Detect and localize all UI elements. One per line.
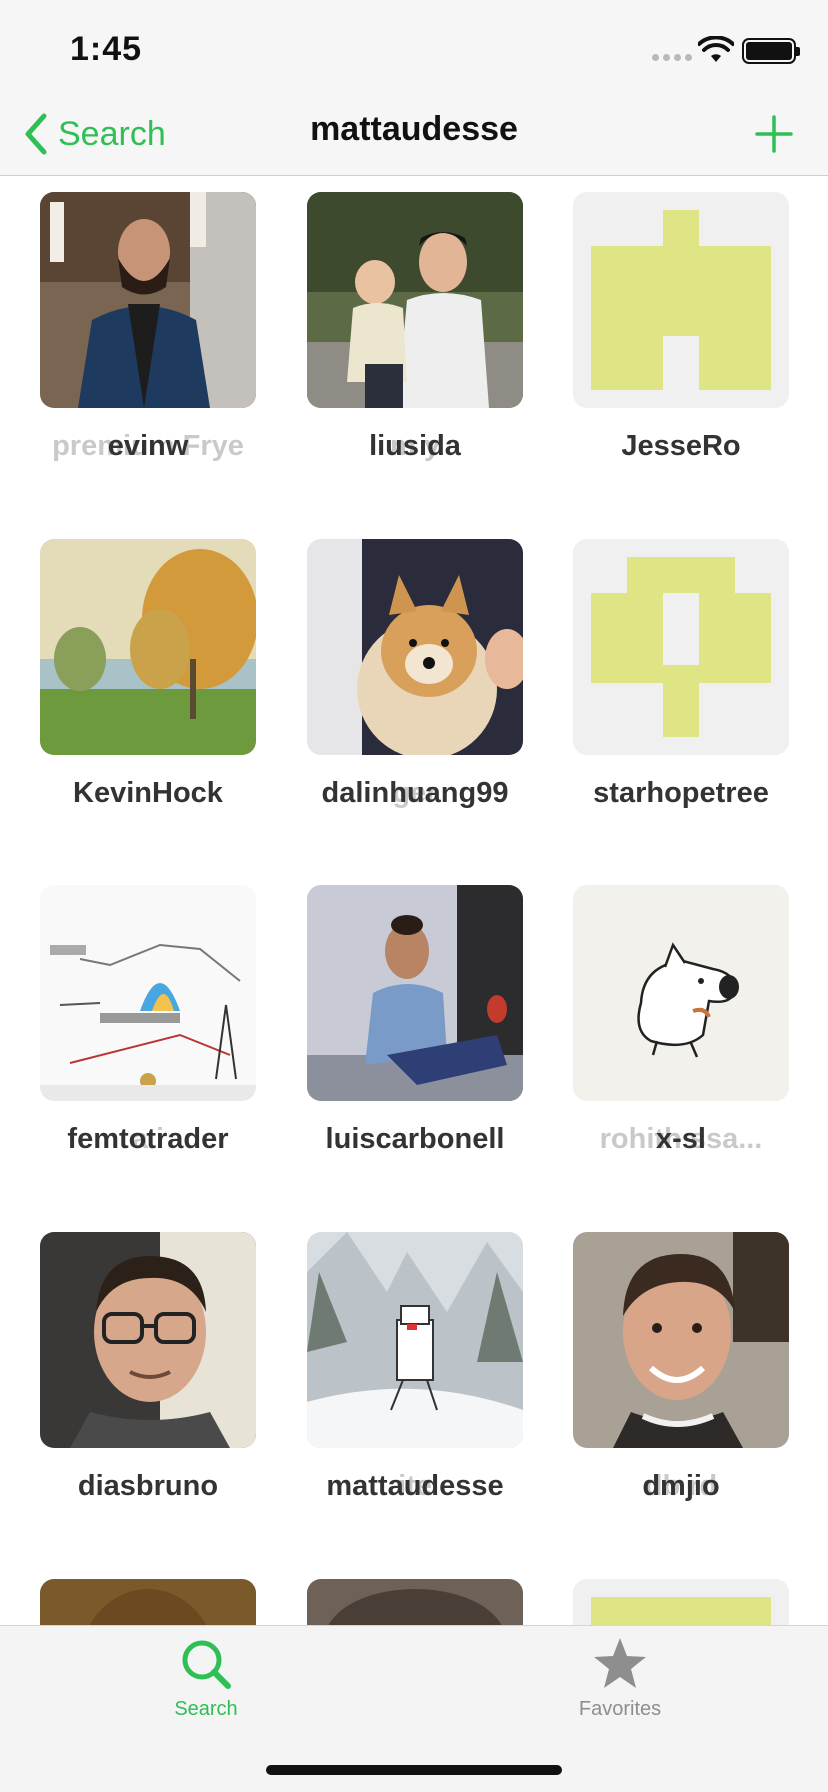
avatar[interactable] [307,1579,523,1625]
back-button[interactable]: Search [22,108,166,160]
username: dmjio [642,1470,720,1502]
tab-label: Favorites [578,1698,662,1720]
avatar[interactable] [573,539,789,755]
avatar[interactable] [307,885,523,1101]
username: liusida [369,430,461,462]
star-icon [594,1638,646,1688]
username: dalinhuang99 [321,777,509,809]
username: starhopetree [593,777,769,809]
avatar[interactable] [573,1579,789,1625]
username: KevinHock [73,777,223,809]
status-bar: 1:45 [0,0,828,96]
username: femtotrader [67,1123,229,1155]
tab-bar: Search Favorites [0,1625,828,1792]
search-icon [182,1640,231,1689]
username: diasbruno [77,1470,219,1502]
avatar[interactable] [573,192,789,408]
username: luiscarbonell [325,1123,505,1155]
battery-icon [742,38,800,64]
avatar[interactable] [40,192,256,408]
username: mattaudesse [326,1470,504,1502]
avatar[interactable] [307,539,523,755]
chevron-left-icon [25,113,47,155]
cellular-signal-icon [652,54,692,61]
avatar[interactable] [307,1232,523,1448]
avatar[interactable] [573,1232,789,1448]
username: x-sl [656,1123,706,1155]
avatar[interactable] [40,1232,256,1448]
add-icon[interactable] [754,114,794,154]
wifi-icon [698,36,734,62]
avatar[interactable] [307,192,523,408]
avatar[interactable] [40,885,256,1101]
status-time: 1:45 [70,30,143,68]
tab-favorites[interactable]: Favorites [540,1636,700,1721]
tab-search[interactable]: Search [126,1636,286,1721]
tab-label: Search [174,1698,238,1720]
avatar[interactable] [40,539,256,755]
avatar[interactable] [573,885,789,1101]
back-button-label: Search [58,114,166,153]
username: evinw [107,430,189,462]
avatar[interactable] [40,1579,256,1625]
user-grid: premium Frye evinw m y liusida JesseRo K… [0,177,828,1625]
home-indicator [266,1765,562,1775]
navigation-bar: Search mattaudesse [0,96,828,176]
username: JesseRo [621,430,741,462]
